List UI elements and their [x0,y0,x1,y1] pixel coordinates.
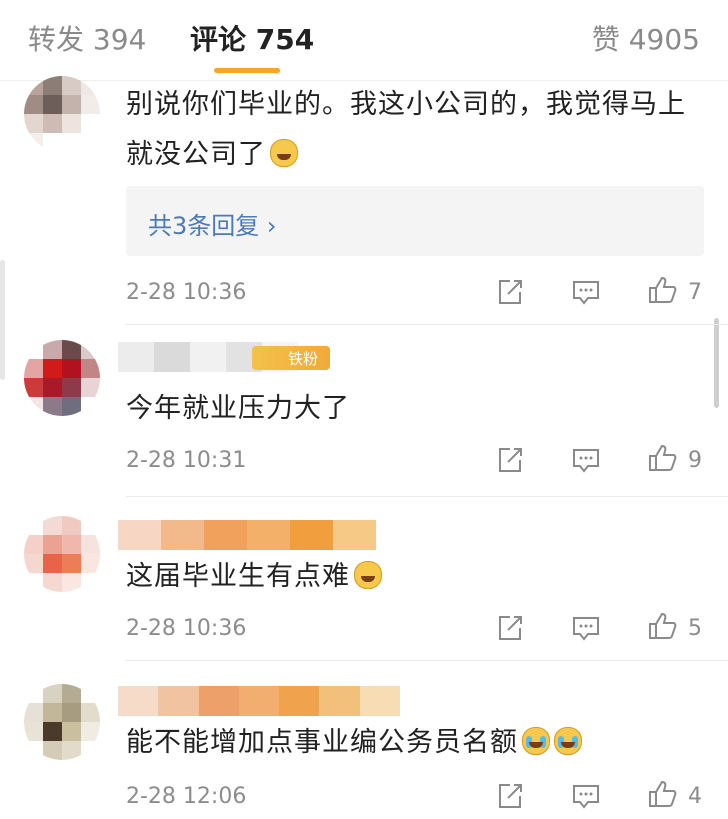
comment-text: 别说你们毕业的。我这小公司的，我觉得马上就没公司了 [126,89,686,170]
comment-reply-icon[interactable] [570,780,602,812]
comment-timestamp: 2-28 12:06 [126,784,247,809]
crying-emoji [554,727,582,755]
scrollbar-thumb[interactable] [714,318,719,408]
repost-icon[interactable] [494,612,526,644]
repost-icon[interactable] [494,780,526,812]
like-thumb-icon[interactable] [646,442,678,474]
comment-text: 今年就业压力大了 [126,393,350,424]
tab-reposts[interactable]: 转发 394 [28,18,146,58]
tab-comments[interactable]: 评论 754 [190,18,314,58]
comment-divider [126,496,728,497]
comment-timestamp: 2-28 10:31 [126,448,247,473]
like-thumb-icon[interactable] [646,274,678,306]
comment-reply-icon[interactable] [570,612,602,644]
like-thumb-icon[interactable] [646,610,678,642]
repost-icon[interactable] [494,444,526,476]
comment-timestamp: 2-28 10:36 [126,616,247,641]
laugh-cry-emoji [270,139,298,167]
view-replies-link[interactable]: 共3条回复 › [148,206,277,241]
crying-emoji [522,727,550,755]
comment-text: 这届毕业生有点难 [126,552,696,602]
like-thumb-icon[interactable] [646,778,678,810]
reply-summary-box[interactable]: 共3条回复 › [126,186,704,256]
fan-badge: 铁粉 [252,346,330,370]
avatar[interactable] [24,516,100,592]
left-scroll-track [0,260,5,380]
blurred-username[interactable] [118,520,376,550]
laugh-cry-emoji [354,561,382,589]
comment-divider [126,324,728,325]
active-tab-indicator [214,68,280,73]
like-count: 4 [688,784,702,809]
like-count: 9 [688,448,702,473]
repost-icon[interactable] [494,276,526,308]
comment-timestamp: 2-28 10:36 [126,280,247,305]
like-count: 5 [688,616,702,641]
tab-likes[interactable]: 赞 4905 [592,18,700,58]
comment-reply-icon[interactable] [570,444,602,476]
comment-tab-bar: 转发 394 评论 754 赞 4905 [0,0,728,81]
blurred-username[interactable] [118,686,400,716]
comment-reply-icon[interactable] [570,276,602,308]
comment-text: 能不能增加点事业编公务员名额 [126,718,696,768]
avatar[interactable] [24,684,100,760]
comment-divider [126,660,728,661]
like-count: 7 [688,280,702,305]
avatar[interactable] [24,76,100,152]
avatar[interactable] [24,340,100,416]
